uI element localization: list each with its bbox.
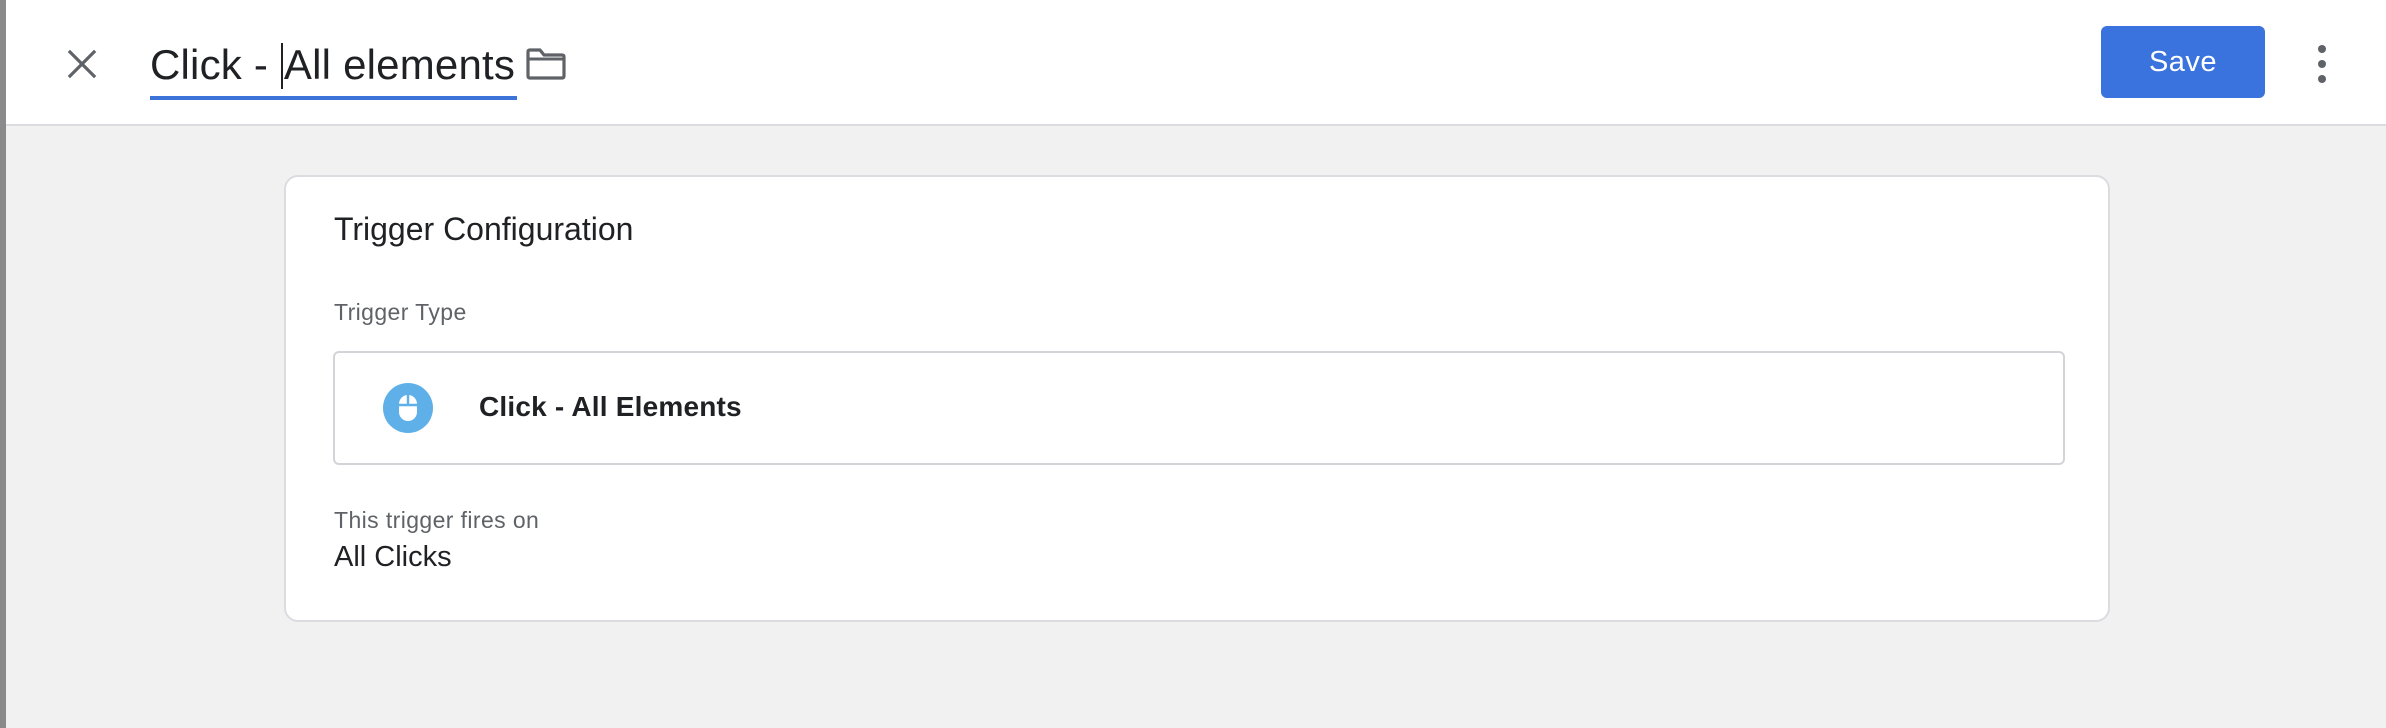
fires-on-value: All Clicks	[334, 541, 452, 573]
close-button[interactable]	[58, 40, 106, 88]
trigger-type-label: Trigger Type	[334, 299, 467, 325]
more-vert-icon-dot	[2318, 60, 2326, 68]
folder-button[interactable]	[522, 42, 570, 86]
fires-on-label: This trigger fires on	[334, 507, 540, 533]
more-vert-icon-dot	[2318, 75, 2326, 83]
more-options-button[interactable]	[2302, 36, 2342, 92]
trigger-name-input[interactable]: Click - All elements	[150, 30, 518, 100]
header-bar: Click - All elements Save	[6, 0, 2386, 126]
title-text-after-caret: All elements	[283, 41, 516, 88]
mouse-icon	[383, 383, 433, 433]
trigger-type-selector[interactable]: Click - All Elements	[333, 351, 2065, 465]
more-vert-icon	[2318, 45, 2326, 53]
close-icon	[67, 49, 97, 79]
trigger-configuration-card: Trigger Configuration Trigger Type Click…	[284, 175, 2110, 622]
folder-icon	[526, 48, 566, 80]
save-button[interactable]: Save	[2101, 26, 2265, 98]
title-text-before-caret: Click -	[150, 41, 280, 88]
card-title: Trigger Configuration	[334, 211, 634, 247]
trigger-type-name: Click - All Elements	[479, 391, 742, 422]
trigger-name-field[interactable]: Click - All elements	[150, 30, 518, 100]
text-caret	[280, 42, 283, 89]
